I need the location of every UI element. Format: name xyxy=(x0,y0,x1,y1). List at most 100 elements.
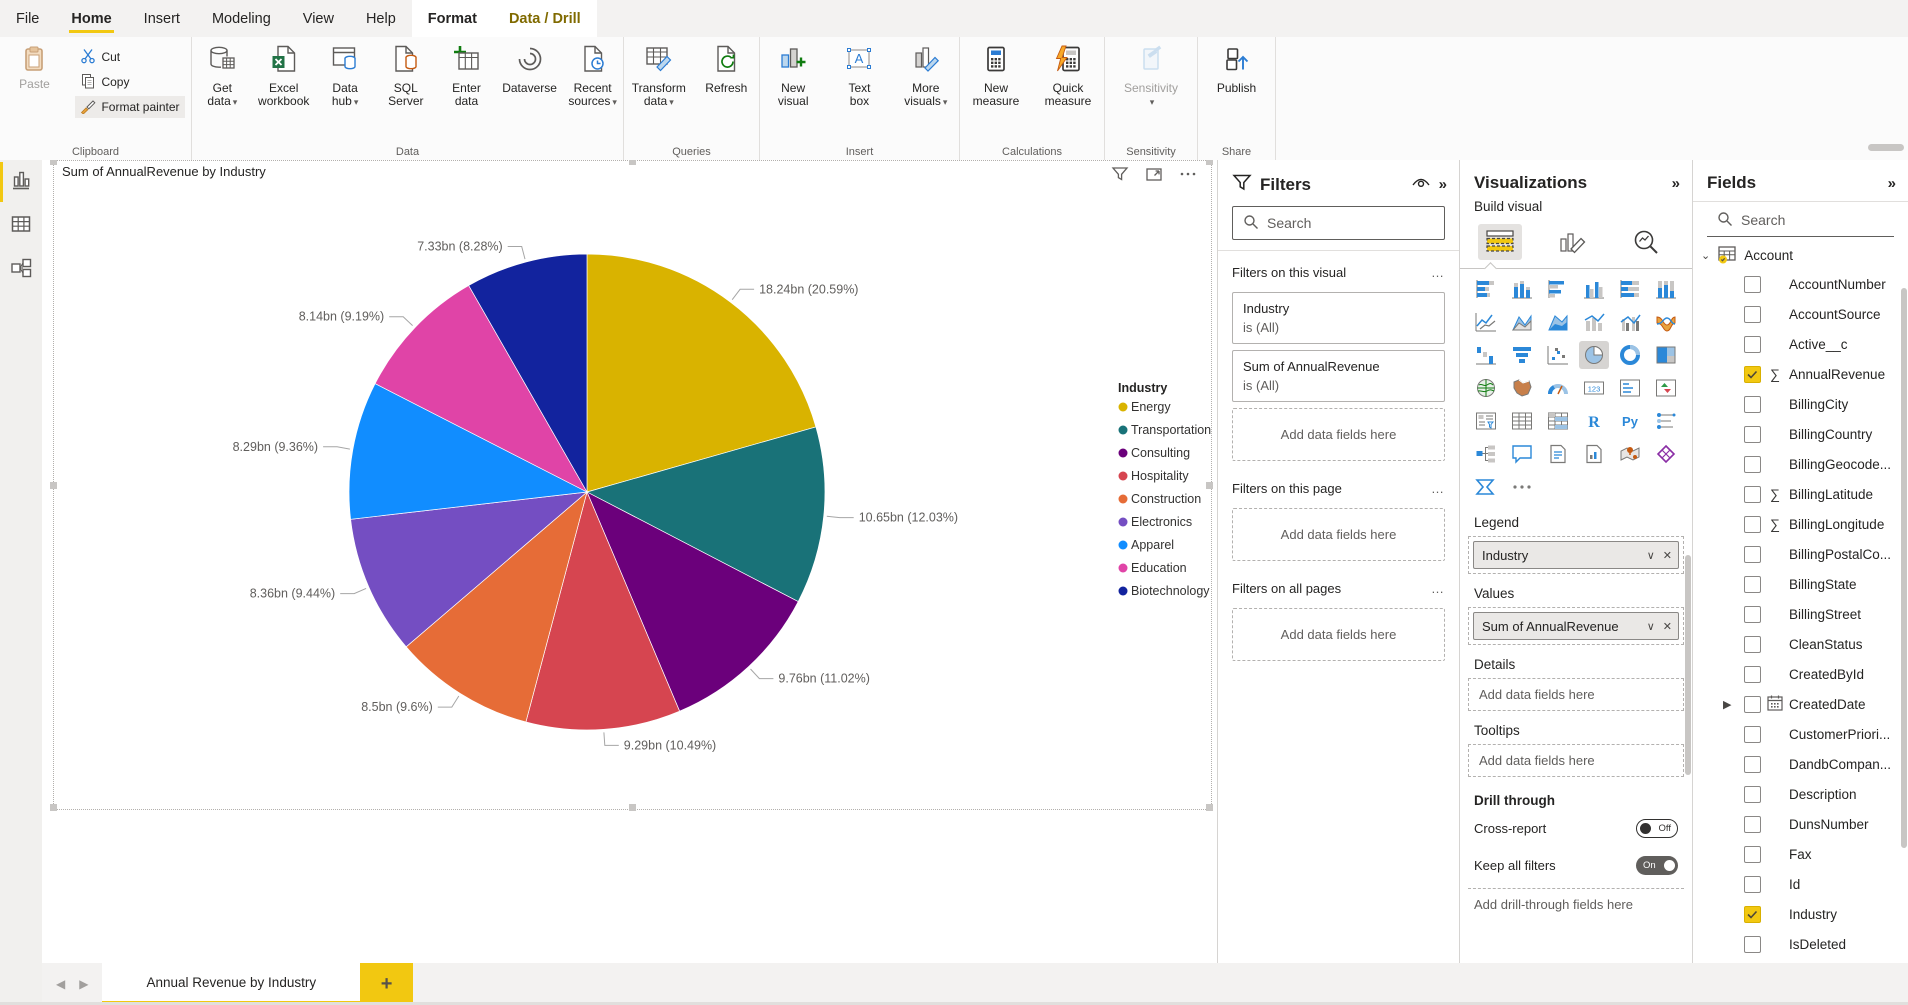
expand-icon[interactable]: ▶ xyxy=(1723,698,1731,711)
field-checkbox[interactable] xyxy=(1744,846,1761,863)
stacked-bar-chart-icon[interactable] xyxy=(1471,275,1501,303)
menu-tab-format[interactable]: Format xyxy=(412,0,493,37)
enter-data-button[interactable]: Enterdata xyxy=(439,42,495,111)
eye-icon[interactable] xyxy=(1411,175,1431,195)
legend-item[interactable]: Electronics xyxy=(1131,515,1192,529)
field-row-accountsource[interactable]: AccountSource xyxy=(1693,299,1908,329)
recent-sources-button[interactable]: Recentsources▾ xyxy=(565,42,621,112)
format-painter-button[interactable]: Format painter xyxy=(75,96,184,118)
stacked-column-chart-icon[interactable] xyxy=(1507,275,1537,303)
field-checkbox[interactable] xyxy=(1744,546,1761,563)
cross-report-toggle[interactable]: Off xyxy=(1636,819,1678,838)
selection-handle[interactable] xyxy=(1206,482,1213,489)
field-checkbox[interactable] xyxy=(1744,336,1761,353)
arcgis-map-icon[interactable] xyxy=(1651,440,1681,468)
menu-tab-file[interactable]: File xyxy=(0,0,55,37)
legend-item[interactable]: Biotechnology xyxy=(1131,584,1210,598)
more-options-icon[interactable]: … xyxy=(1431,581,1445,596)
line-and-clustered-column-chart-icon[interactable] xyxy=(1615,308,1645,336)
field-row-billingpostalco-[interactable]: BillingPostalCo... xyxy=(1693,539,1908,569)
field-checkbox[interactable] xyxy=(1744,906,1761,923)
field-row-active-c[interactable]: Active__c xyxy=(1693,329,1908,359)
well-tooltips-dropzone[interactable]: Add data fields here xyxy=(1468,744,1684,777)
field-checkbox[interactable] xyxy=(1744,636,1761,653)
selection-handle[interactable] xyxy=(50,482,57,489)
field-checkbox[interactable] xyxy=(1744,726,1761,743)
field-row-cleanstatus[interactable]: CleanStatus xyxy=(1693,629,1908,659)
cut-button[interactable]: Cut xyxy=(75,46,184,68)
report-view-button[interactable] xyxy=(0,160,42,204)
field-checkbox[interactable] xyxy=(1744,606,1761,623)
remove-field-icon[interactable]: ✕ xyxy=(1663,620,1672,633)
kpi-icon[interactable] xyxy=(1651,374,1681,402)
analytics-tab[interactable] xyxy=(1624,224,1668,260)
hundred-percent-stacked-column-chart-icon[interactable] xyxy=(1651,275,1681,303)
collapse-pane-icon[interactable]: » xyxy=(1439,176,1445,193)
table-icon[interactable] xyxy=(1507,407,1537,435)
filter-card-industry[interactable]: Industryis (All) xyxy=(1232,292,1445,344)
sensitivity-button[interactable]: Sensitivity▾ xyxy=(1121,42,1181,112)
new-measure-button[interactable]: Newmeasure xyxy=(968,42,1024,111)
donut-chart-icon[interactable] xyxy=(1615,341,1645,369)
legend-item[interactable]: Transportation xyxy=(1131,423,1211,437)
metrics-icon[interactable] xyxy=(1579,440,1609,468)
field-row-billingstate[interactable]: BillingState xyxy=(1693,569,1908,599)
field-row-billingcountry[interactable]: BillingCountry xyxy=(1693,419,1908,449)
more-options-icon[interactable]: … xyxy=(1431,481,1445,496)
drill-through-placeholder[interactable]: Add drill-through fields here xyxy=(1468,888,1684,920)
well-details-dropzone[interactable]: Add data fields here xyxy=(1468,678,1684,711)
field-row-isdeleted[interactable]: IsDeleted xyxy=(1693,929,1908,959)
focus-mode-icon[interactable] xyxy=(1145,166,1163,187)
qa-visual-icon[interactable] xyxy=(1507,440,1537,468)
data-hub-button[interactable]: Datahub▾ xyxy=(317,42,373,112)
field-checkbox[interactable] xyxy=(1744,486,1761,503)
filter-icon[interactable] xyxy=(1111,166,1129,187)
python-visual-icon[interactable]: Py xyxy=(1615,407,1645,435)
chevron-down-icon[interactable]: ∨ xyxy=(1647,620,1655,633)
gauge-icon[interactable] xyxy=(1543,374,1573,402)
sql-server-button[interactable]: SQLServer xyxy=(378,42,434,111)
clustered-bar-chart-icon[interactable] xyxy=(1543,275,1573,303)
format-visual-tab[interactable] xyxy=(1551,224,1595,260)
waterfall-chart-icon[interactable] xyxy=(1471,341,1501,369)
report-canvas[interactable]: 18.24bn (20.59%)10.65bn (12.03%)9.76bn (… xyxy=(42,160,1217,963)
horizontal-scrollbar[interactable] xyxy=(1868,144,1904,151)
new-page-button[interactable]: + xyxy=(360,963,413,1005)
more-visuals-button[interactable]: Morevisuals▾ xyxy=(898,42,954,112)
well-legend-dropzone[interactable]: Industry∨✕ xyxy=(1468,536,1684,574)
line-and-stacked-column-chart-icon[interactable] xyxy=(1579,308,1609,336)
funnel-chart-icon[interactable] xyxy=(1507,341,1537,369)
field-checkbox[interactable] xyxy=(1744,516,1761,533)
field-row-fax[interactable]: Fax xyxy=(1693,839,1908,869)
field-row-billinglatitude[interactable]: ∑BillingLatitude xyxy=(1693,479,1908,509)
publish-button[interactable]: Publish xyxy=(1209,42,1265,97)
more-visuals-options-icon[interactable] xyxy=(1507,473,1537,501)
field-checkbox[interactable] xyxy=(1744,876,1761,893)
menu-tab-modeling[interactable]: Modeling xyxy=(196,0,287,37)
remove-field-icon[interactable]: ✕ xyxy=(1663,549,1672,562)
field-row-billinggeocode-[interactable]: BillingGeocode... xyxy=(1693,449,1908,479)
field-row-accountnumber[interactable]: AccountNumber xyxy=(1693,269,1908,299)
field-row-createddate[interactable]: ▶CreatedDate xyxy=(1693,689,1908,719)
legend-item[interactable]: Energy xyxy=(1131,400,1171,414)
table-account-row[interactable]: ⌄ Account xyxy=(1693,241,1908,269)
filled-map-icon[interactable] xyxy=(1507,374,1537,402)
field-checkbox[interactable] xyxy=(1744,276,1761,293)
selection-handle[interactable] xyxy=(629,160,636,165)
legend-item[interactable]: Consulting xyxy=(1131,446,1190,460)
field-checkbox[interactable] xyxy=(1744,456,1761,473)
next-page-arrow[interactable]: ▶ xyxy=(79,977,88,991)
field-row-dandbcompan-[interactable]: DandbCompan... xyxy=(1693,749,1908,779)
well-values-dropzone[interactable]: Sum of AnnualRevenue∨✕ xyxy=(1468,607,1684,645)
add-data-fields-dropzone[interactable]: Add data fields here xyxy=(1232,608,1445,661)
area-chart-icon[interactable] xyxy=(1507,308,1537,336)
collapse-pane-icon[interactable]: » xyxy=(1888,175,1894,192)
field-checkbox[interactable] xyxy=(1744,816,1761,833)
field-row-billinglongitude[interactable]: ∑BillingLongitude xyxy=(1693,509,1908,539)
field-row-billingcity[interactable]: BillingCity xyxy=(1693,389,1908,419)
field-checkbox[interactable] xyxy=(1744,426,1761,443)
get-data-button[interactable]: Getdata▾ xyxy=(194,42,250,112)
line-chart-icon[interactable] xyxy=(1471,308,1501,336)
new-visual-button[interactable]: Newvisual xyxy=(765,42,821,111)
selection-handle[interactable] xyxy=(629,804,636,811)
